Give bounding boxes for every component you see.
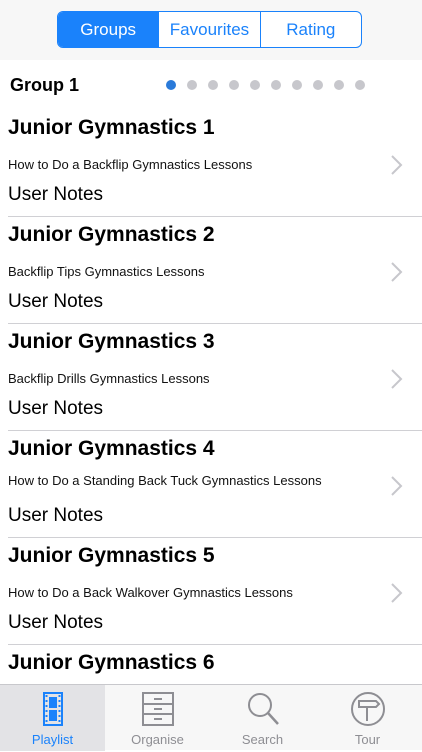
tab-playlist[interactable]: Playlist [0,685,105,751]
item-user-notes[interactable]: User Notes [8,612,103,634]
page-dot[interactable] [229,80,239,90]
segment-favourites[interactable]: Favourites [158,12,259,47]
segmented-control: Groups Favourites Rating [57,11,362,48]
page-dot[interactable] [166,80,176,90]
cabinet-icon [141,692,174,726]
item-user-notes[interactable]: User Notes [8,184,103,206]
page-dot[interactable] [355,80,365,90]
top-bar: Groups Favourites Rating [0,0,422,60]
page-dot[interactable] [292,80,302,90]
item-subtitle: How to Do a Backflip Gymnastics Lessons [8,157,253,172]
tab-organise[interactable]: Organise [105,685,210,751]
item-subtitle: How to Do a Standing Back Tuck Gymnastic… [8,473,322,488]
list-item[interactable]: Junior Gymnastics 1 How to Do a Backflip … [0,110,422,217]
signpost-icon [350,692,385,726]
tab-bar: Playlist Organise Search Tour [0,684,422,751]
tab-tour[interactable]: Tour [315,685,420,751]
item-user-notes[interactable]: User Notes [8,505,103,527]
item-title: Junior Gymnastics 3 [8,330,215,353]
page-dot[interactable] [208,80,218,90]
tab-playlist-label: Playlist [31,732,74,747]
list-item[interactable]: Junior Gymnastics 5 How to Do a Back Walk… [0,538,422,645]
item-title: Junior Gymnastics 6 [8,651,215,674]
page-dot[interactable] [313,80,323,90]
item-title: Junior Gymnastics 2 [8,223,215,246]
item-user-notes[interactable]: User Notes [8,398,103,420]
page-dot[interactable] [187,80,197,90]
list-item[interactable]: Junior Gymnastics 2 Backflip Tips Gymnast… [0,217,422,324]
page-dot[interactable] [250,80,260,90]
chevron-right-icon[interactable] [390,261,404,283]
chevron-right-icon[interactable] [390,154,404,176]
tab-tour-label: Tour [354,732,381,747]
item-subtitle: How to Do a Back Walkover Gymnastics Les… [8,585,293,600]
item-title: Junior Gymnastics 5 [8,544,215,567]
chevron-right-icon[interactable] [390,475,404,497]
tab-search[interactable]: Search [210,685,315,751]
item-title: Junior Gymnastics 1 [8,116,215,139]
list-item[interactable]: Junior Gymnastics 4 How to Do a Standing … [0,431,422,538]
film-icon [42,692,63,726]
item-title: Junior Gymnastics 4 [8,437,215,460]
segment-rating[interactable]: Rating [259,12,361,47]
item-subtitle: Backflip Tips Gymnastics Lessons [8,264,205,279]
segment-groups[interactable]: Groups [58,12,159,47]
group-title: Group 1 [10,75,80,95]
page-dot[interactable] [271,80,281,90]
tab-search-label: Search [241,732,284,747]
item-subtitle: Backflip Drills Gymnastics Lessons [8,371,210,386]
chevron-right-icon[interactable] [390,582,404,604]
tab-organise-label: Organise [131,732,184,747]
search-icon [247,693,279,725]
list-item[interactable]: Junior Gymnastics 3 Backflip Drills Gymna… [0,324,422,431]
item-user-notes[interactable]: User Notes [8,291,103,313]
chevron-right-icon[interactable] [390,368,404,390]
page-dot[interactable] [334,80,344,90]
